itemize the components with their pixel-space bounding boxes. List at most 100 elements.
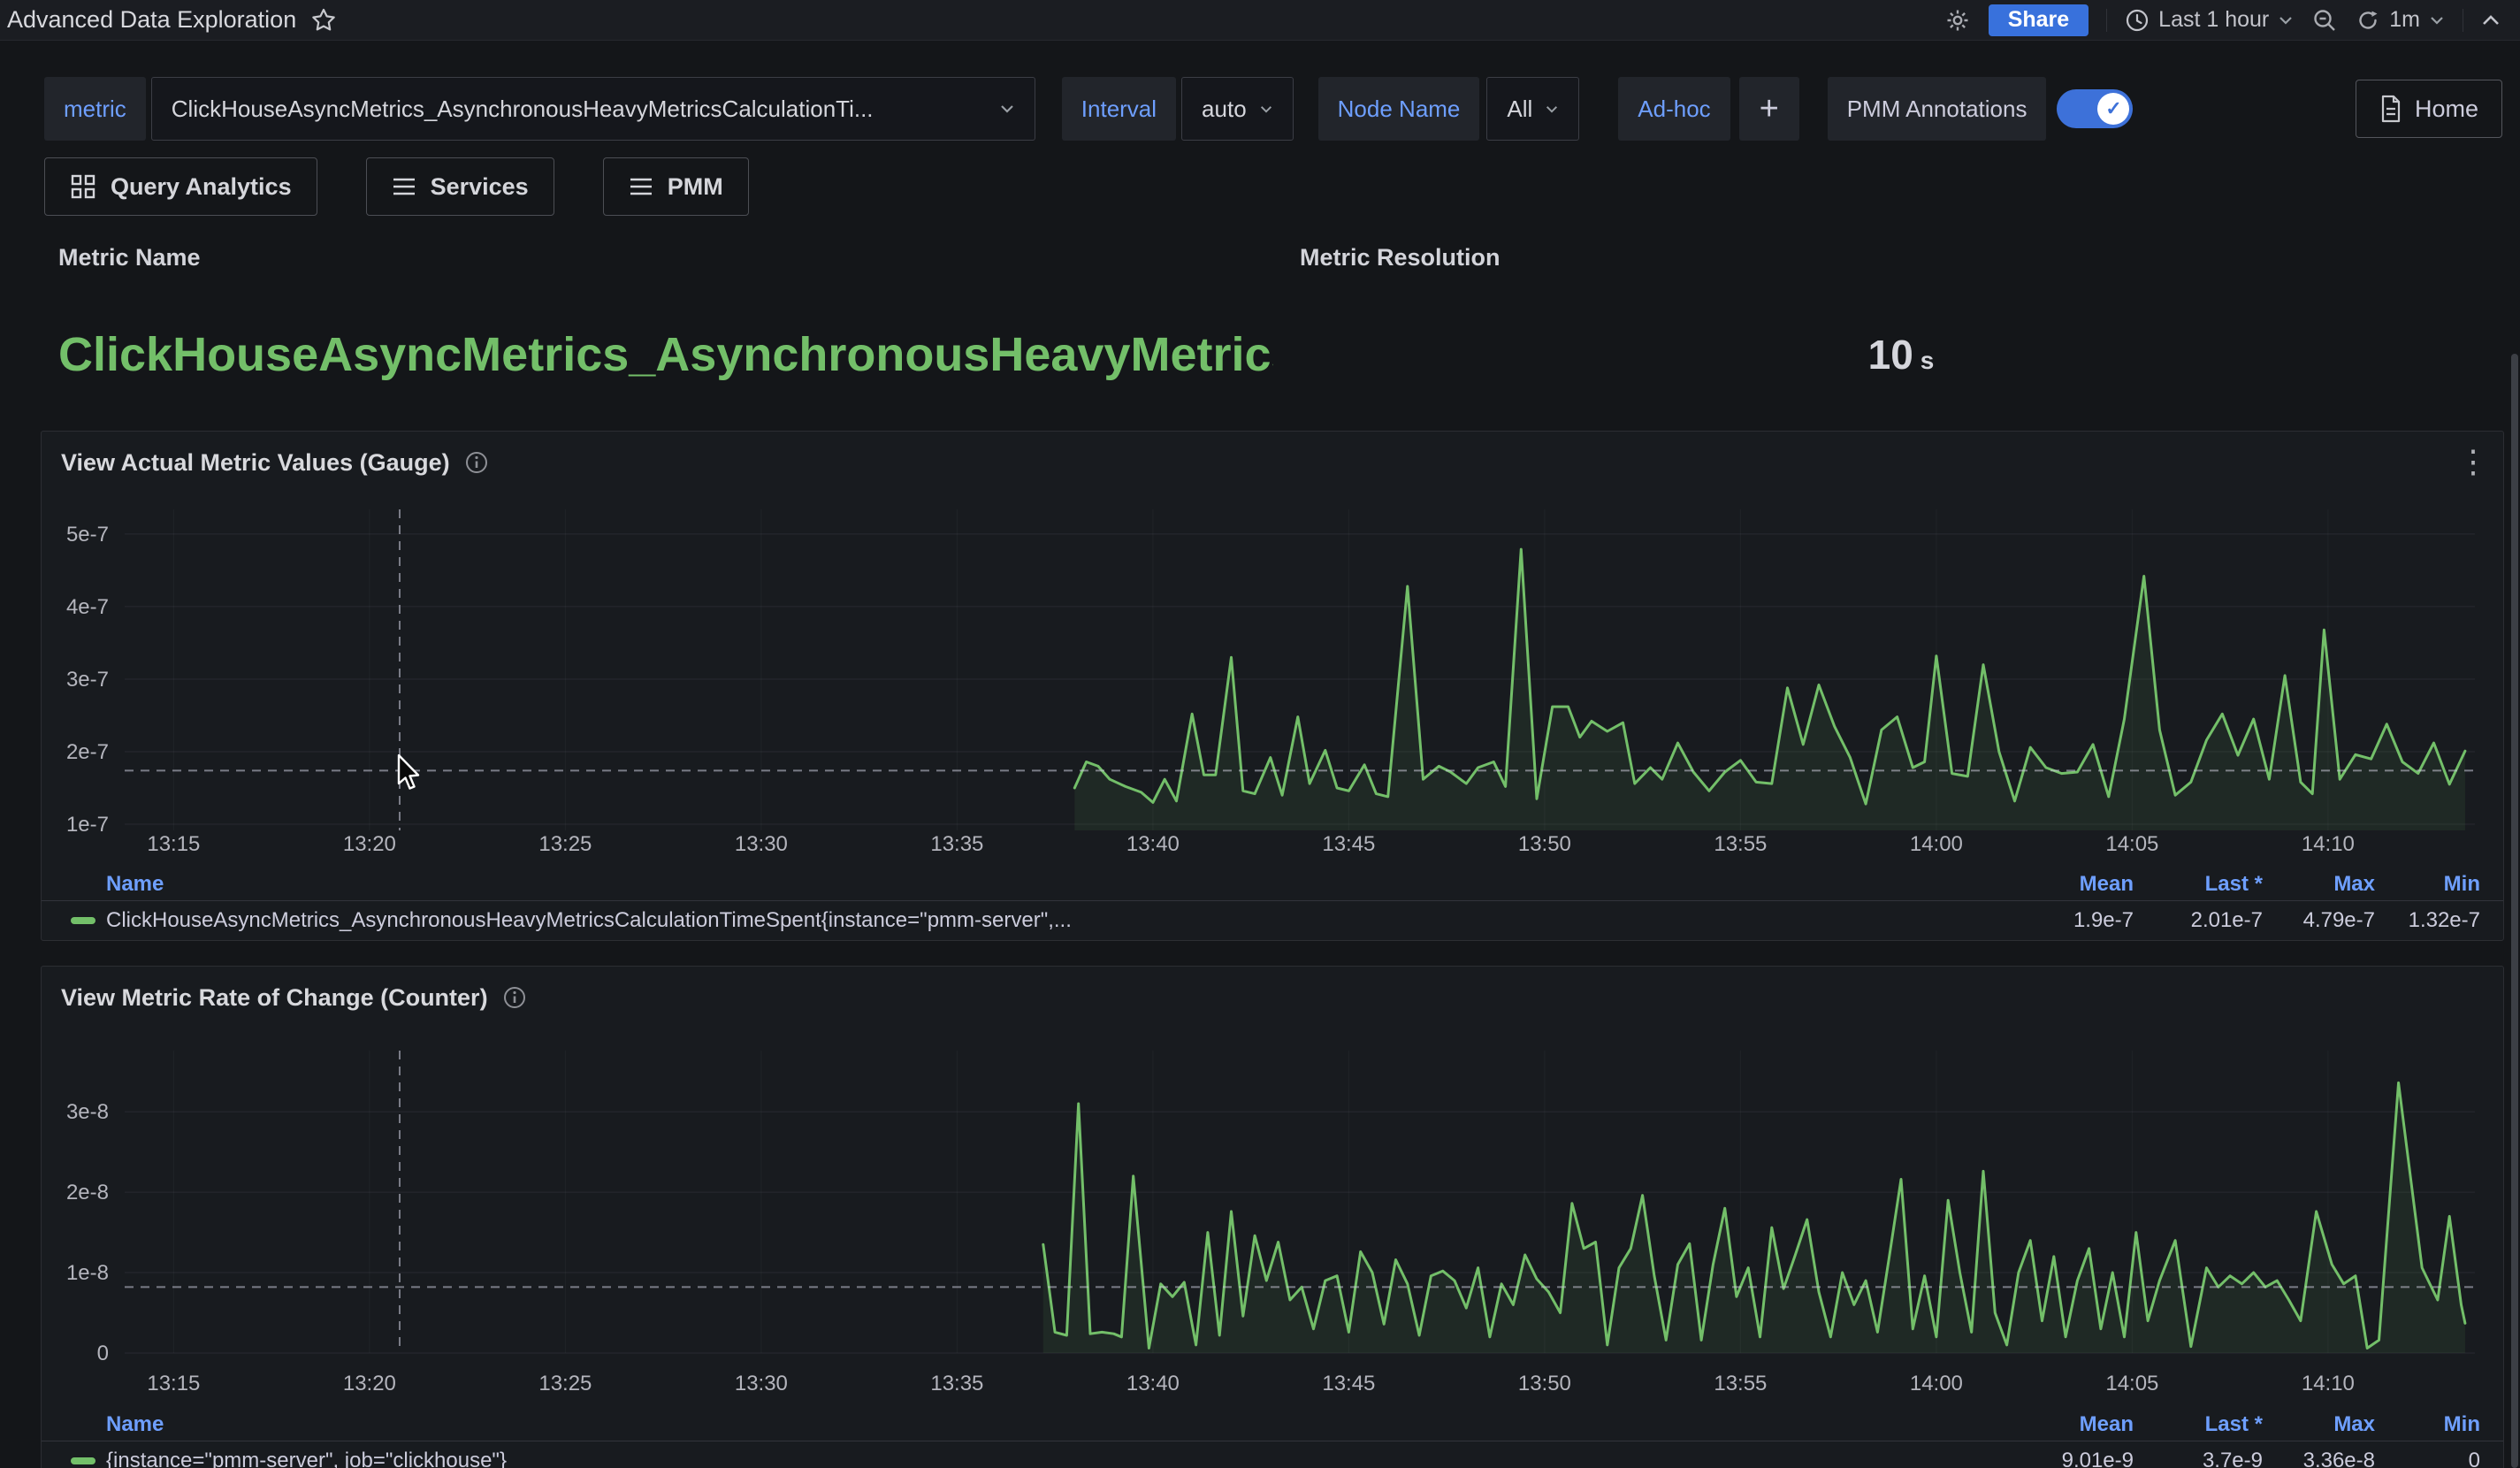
- y-axis-tick-label: 4e-7: [66, 595, 109, 619]
- x-axis-tick-label: 13:15: [147, 832, 200, 856]
- series-name[interactable]: {instance="pmm-server", job="clickhouse"…: [106, 1449, 2001, 1468]
- series-mean-value: 1.9e-7: [2001, 908, 2134, 933]
- clock-icon: [2125, 8, 2150, 33]
- x-axis-tick-label: 13:35: [930, 832, 983, 856]
- pmm-annotations-toggle[interactable]: ✓: [2057, 89, 2133, 128]
- metric-resolution-stat-value: 10s: [1300, 317, 2502, 393]
- x-axis-tick-label: 13:40: [1126, 1372, 1180, 1395]
- resolution-number: 10: [1868, 332, 1913, 378]
- x-axis-tick-label: 13:50: [1518, 1372, 1571, 1395]
- y-axis-tick-label: 0: [97, 1342, 109, 1365]
- x-axis-tick-label: 13:20: [343, 832, 396, 856]
- metric-resolution-panel-title: Metric Resolution: [1300, 244, 1501, 271]
- x-axis-tick-label: 13:25: [538, 832, 592, 856]
- legend-col-min[interactable]: Min: [2375, 1412, 2480, 1437]
- x-axis-tick-label: 13:45: [1322, 832, 1375, 856]
- x-axis-tick-label: 14:10: [2302, 1372, 2355, 1395]
- y-axis-tick-label: 1e-7: [66, 813, 109, 837]
- chevron-down-icon: [2429, 15, 2445, 26]
- x-axis-tick-label: 13:40: [1126, 832, 1180, 856]
- counter-timeseries-chart[interactable]: 13:1513:2013:2513:3013:3513:4013:4513:50…: [42, 1028, 2503, 1409]
- legend-col-min[interactable]: Min: [2375, 872, 2480, 897]
- chevron-down-icon: [999, 103, 1015, 114]
- series-name[interactable]: ClickHouseAsyncMetrics_AsynchronousHeavy…: [106, 908, 2001, 933]
- query-analytics-link-button[interactable]: Query Analytics: [44, 157, 317, 216]
- home-button[interactable]: Home: [2356, 80, 2502, 138]
- share-button[interactable]: Share: [1989, 4, 2089, 36]
- legend-col-mean[interactable]: Mean: [2001, 1412, 2134, 1437]
- topbar-divider: [2106, 9, 2107, 32]
- metric-variable-select[interactable]: ClickHouseAsyncMetrics_AsynchronousHeavy…: [151, 77, 1035, 141]
- series-max-value: 4.79e-7: [2263, 908, 2375, 933]
- services-label: Services: [431, 173, 529, 201]
- legend-col-mean[interactable]: Mean: [2001, 872, 2134, 897]
- dashboard-title: Advanced Data Exploration: [7, 6, 296, 34]
- adhoc-add-filter-button[interactable]: +: [1739, 77, 1799, 141]
- refresh-interval-label: 1m: [2389, 7, 2420, 33]
- toggle-check-icon: ✓: [2097, 93, 2129, 125]
- page-scrollbar[interactable]: [2511, 354, 2518, 1468]
- collapse-chevron-up-icon[interactable]: [2481, 14, 2501, 27]
- pmm-link-button[interactable]: PMM: [603, 157, 749, 216]
- node-name-variable-select[interactable]: All: [1486, 77, 1579, 141]
- x-axis-tick-label: 14:00: [1910, 1372, 1963, 1395]
- gauge-panel: View Actual Metric Values (Gauge) ⋮ 13:1…: [41, 431, 2504, 941]
- topbar-controls: Share Last 1 hour 1m: [1944, 4, 2501, 36]
- legend-col-name[interactable]: Name: [106, 1412, 2001, 1437]
- series-mean-value: 9.01e-9: [2001, 1449, 2134, 1468]
- panel-menu-kebab-icon[interactable]: ⋮: [2457, 444, 2489, 479]
- series-last-value: 3.7e-9: [2134, 1449, 2263, 1468]
- series-color-marker[interactable]: [71, 917, 95, 924]
- y-axis-tick-label: 5e-7: [66, 523, 109, 547]
- services-link-button[interactable]: Services: [366, 157, 554, 216]
- series-color-marker[interactable]: [71, 1457, 95, 1464]
- refresh-icon: [2356, 8, 2380, 33]
- gauge-panel-header[interactable]: View Actual Metric Values (Gauge): [42, 432, 2503, 493]
- x-axis-tick-label: 13:55: [1714, 832, 1767, 856]
- y-axis-tick-label: 2e-8: [66, 1181, 109, 1204]
- grid-icon: [70, 173, 96, 200]
- series-area-fill: [1043, 1082, 2465, 1353]
- legend-col-max[interactable]: Max: [2263, 872, 2375, 897]
- menu-lines-icon: [629, 177, 653, 196]
- pmm-label: PMM: [668, 173, 723, 201]
- x-axis-tick-label: 14:05: [2105, 1372, 2158, 1395]
- legend-col-last[interactable]: Last *: [2134, 872, 2263, 897]
- dashboard-settings-gear-icon[interactable]: [1944, 7, 1971, 34]
- menu-lines-icon: [392, 177, 416, 196]
- info-icon[interactable]: [464, 450, 489, 475]
- x-axis-tick-label: 13:15: [147, 1372, 200, 1395]
- metric-name-stat-value: ClickHouseAsyncMetrics_AsynchronousHeavy…: [58, 317, 1273, 393]
- x-axis-tick-label: 13:35: [930, 1372, 983, 1395]
- series-last-value: 2.01e-7: [2134, 908, 2263, 933]
- gauge-legend-series-row: ClickHouseAsyncMetrics_AsynchronousHeavy…: [42, 901, 2503, 940]
- gauge-panel-title: View Actual Metric Values (Gauge): [61, 449, 450, 477]
- node-name-variable-value: All: [1507, 96, 1532, 123]
- legend-col-max[interactable]: Max: [2263, 1412, 2375, 1437]
- counter-panel-header[interactable]: View Metric Rate of Change (Counter): [42, 967, 2503, 1028]
- metric-variable-value: ClickHouseAsyncMetrics_AsynchronousHeavy…: [172, 96, 987, 123]
- metric-name-panel-title: Metric Name: [58, 244, 201, 271]
- legend-col-last[interactable]: Last *: [2134, 1412, 2263, 1437]
- time-range-label: Last 1 hour: [2158, 7, 2269, 33]
- interval-variable-select[interactable]: auto: [1181, 77, 1294, 141]
- x-axis-tick-label: 13:50: [1518, 832, 1571, 856]
- zoom-out-icon[interactable]: [2311, 7, 2338, 34]
- series-min-value: 0: [2375, 1449, 2480, 1468]
- legend-col-name[interactable]: Name: [106, 872, 2001, 897]
- x-axis-tick-label: 14:00: [1910, 832, 1963, 856]
- chevron-down-icon: [1259, 104, 1273, 114]
- pmm-annotations-label: PMM Annotations: [1828, 77, 2047, 141]
- y-axis-tick-label: 1e-8: [66, 1261, 109, 1285]
- x-axis-tick-label: 13:20: [343, 1372, 396, 1395]
- time-range-picker[interactable]: Last 1 hour: [2125, 7, 2294, 33]
- y-axis-tick-label: 3e-7: [66, 668, 109, 692]
- gauge-timeseries-chart[interactable]: 13:1513:2013:2513:3013:3513:4013:4513:50…: [42, 493, 2503, 868]
- favorite-star-icon[interactable]: [310, 7, 337, 34]
- x-axis-tick-label: 14:05: [2105, 832, 2158, 856]
- refresh-picker[interactable]: 1m: [2356, 7, 2445, 33]
- counter-legend-header: Name Mean Last * Max Min: [42, 1409, 2503, 1441]
- adhoc-filter-label: Ad-hoc: [1618, 77, 1730, 141]
- info-icon[interactable]: [502, 985, 527, 1010]
- x-axis-tick-label: 13:45: [1322, 1372, 1375, 1395]
